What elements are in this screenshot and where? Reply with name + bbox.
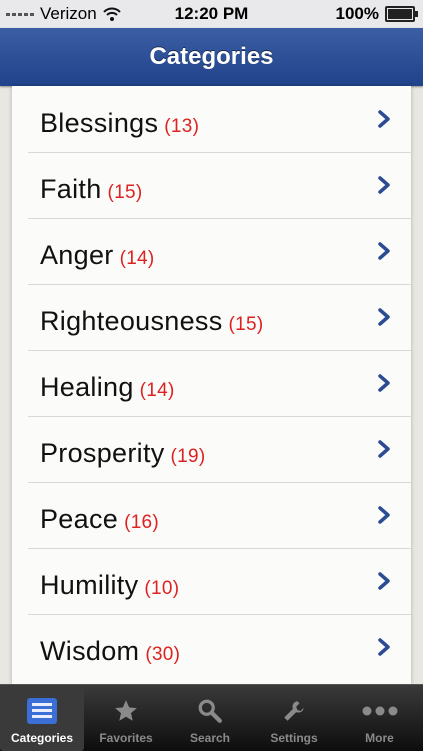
list-item-wisdom[interactable]: Wisdom (30)	[28, 614, 411, 680]
tab-categories[interactable]: Categories	[0, 685, 84, 751]
list-item-healing[interactable]: Healing (14)	[28, 350, 411, 417]
chevron-right-icon	[378, 308, 390, 326]
category-name: Peace	[40, 504, 119, 534]
category-name: Prosperity	[40, 438, 165, 468]
navigation-bar: Categories	[0, 28, 423, 86]
tab-more[interactable]: More	[336, 685, 423, 751]
list-item-humility[interactable]: Humility (10)	[28, 548, 411, 615]
category-count: (14)	[119, 248, 155, 269]
wrench-icon	[276, 693, 312, 729]
tab-settings[interactable]: Settings	[252, 685, 336, 751]
tab-label: Search	[189, 731, 231, 745]
chevron-right-icon	[378, 374, 390, 392]
category-name: Faith	[40, 174, 102, 204]
category-count: (16)	[124, 512, 160, 533]
category-name: Healing	[40, 372, 134, 402]
list-icon	[24, 693, 60, 729]
category-name: Righteousness	[40, 306, 223, 336]
tab-label: Settings	[270, 731, 318, 745]
list-item-prosperity[interactable]: Prosperity (19)	[28, 416, 411, 483]
category-name: Anger	[40, 240, 114, 270]
category-name: Blessings	[40, 108, 159, 138]
status-bar: Verizon 12:20 PM 100%	[0, 0, 423, 28]
list-item-righteousness[interactable]: Righteousness (15)	[28, 284, 411, 351]
category-list-panel: Blessings (13) Faith (15) Anger (14) Righte…	[12, 86, 411, 684]
tab-favorites[interactable]: Favorites	[84, 685, 168, 751]
list-item-faith[interactable]: Faith (15)	[28, 152, 411, 219]
category-count: (30)	[145, 644, 181, 665]
category-count: (19)	[170, 446, 206, 467]
category-count: (15)	[228, 314, 264, 335]
list-item-anger[interactable]: Anger (14)	[28, 218, 411, 285]
tab-bar: Categories Favorites Search Settings Mor…	[0, 684, 423, 751]
tab-search[interactable]: Search	[168, 685, 252, 751]
chevron-right-icon	[378, 110, 390, 128]
chevron-right-icon	[378, 638, 390, 656]
chevron-right-icon	[378, 572, 390, 590]
chevron-right-icon	[378, 176, 390, 194]
tab-label: Categories	[10, 731, 74, 745]
chevron-right-icon	[378, 242, 390, 260]
category-count: (10)	[144, 578, 180, 599]
category-name: Wisdom	[40, 636, 140, 666]
more-icon	[362, 693, 398, 729]
category-count: (13)	[164, 116, 200, 137]
battery-percent: 100%	[335, 4, 379, 23]
category-name: Humility	[40, 570, 139, 600]
category-count: (15)	[107, 182, 143, 203]
list-item-blessings[interactable]: Blessings (13)	[28, 86, 411, 153]
star-icon	[108, 693, 144, 729]
page-title: Categories	[149, 43, 274, 70]
category-count: (14)	[139, 380, 175, 401]
chevron-right-icon	[378, 506, 390, 524]
list-item-peace[interactable]: Peace (16)	[28, 482, 411, 549]
battery-group: 100%	[335, 4, 418, 24]
chevron-right-icon	[378, 440, 390, 458]
battery-icon	[385, 6, 418, 22]
tab-label: Favorites	[99, 731, 153, 745]
tab-label: More	[365, 731, 394, 745]
search-icon	[192, 693, 228, 729]
